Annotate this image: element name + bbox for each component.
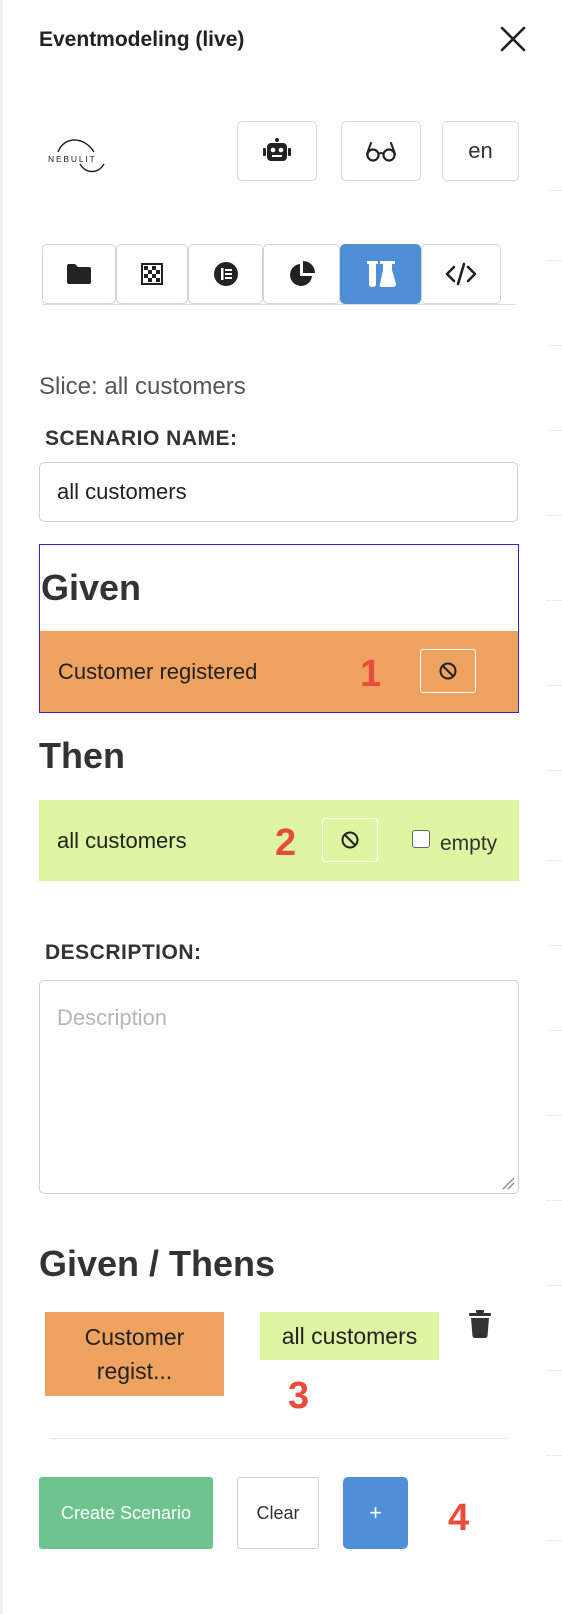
panel-edge bbox=[0, 0, 3, 1614]
ban-icon bbox=[439, 662, 457, 680]
given-thens-event-label: Customer regist... bbox=[84, 1324, 185, 1384]
description-textarea[interactable]: Description bbox=[39, 980, 519, 1194]
given-thens-readmodel-card[interactable]: all customers bbox=[260, 1312, 439, 1360]
close-button[interactable] bbox=[498, 24, 528, 54]
scenario-name-label: SCENARIO NAME: bbox=[45, 427, 238, 450]
given-event-label: Customer registered bbox=[58, 658, 258, 684]
ban-icon bbox=[341, 831, 359, 849]
scenario-name-value: all customers bbox=[57, 479, 187, 504]
given-thens-readmodel-label: all customers bbox=[281, 1322, 418, 1349]
create-scenario-button[interactable]: Create Scenario bbox=[39, 1477, 213, 1549]
glasses-icon bbox=[366, 142, 396, 162]
description-placeholder: Description bbox=[57, 1005, 168, 1030]
then-readmodel-label: all customers bbox=[57, 828, 187, 853]
tab-scenarios[interactable] bbox=[340, 244, 421, 304]
folder-icon bbox=[67, 264, 91, 284]
clear-button[interactable]: Clear bbox=[237, 1477, 319, 1549]
tab-list[interactable] bbox=[188, 244, 263, 304]
given-thens-event-card[interactable]: Customer regist... bbox=[45, 1312, 224, 1396]
checkerboard-icon bbox=[141, 263, 163, 285]
annotation-marker-1: 1 bbox=[360, 653, 382, 695]
delete-button[interactable] bbox=[468, 1310, 492, 1338]
nebulit-logo: NEBULIT bbox=[46, 134, 108, 178]
then-readmodel[interactable]: all customers 2 empty bbox=[39, 800, 519, 881]
given-thens-title: Given / Thens bbox=[39, 1243, 276, 1284]
empty-checkbox[interactable] bbox=[412, 830, 430, 848]
panel-title: Eventmodeling (live) bbox=[39, 28, 245, 51]
resize-grip-icon[interactable] bbox=[501, 1176, 515, 1190]
preview-button[interactable] bbox=[341, 121, 421, 181]
then-exclude-button[interactable] bbox=[322, 818, 378, 862]
scenario-name-input[interactable]: all customers bbox=[39, 462, 518, 522]
pie-chart-icon bbox=[289, 261, 315, 286]
language-button[interactable]: en bbox=[442, 121, 519, 181]
flask-icon bbox=[366, 261, 396, 287]
given-section: Given Customer registered 1 bbox=[39, 544, 519, 713]
tab-code[interactable] bbox=[421, 244, 501, 304]
description-label: DESCRIPTION: bbox=[45, 941, 202, 964]
list-circle-icon bbox=[213, 262, 238, 286]
close-icon bbox=[500, 26, 526, 52]
then-title: Then bbox=[39, 735, 125, 776]
tabs-divider bbox=[42, 304, 516, 305]
given-exclude-button[interactable] bbox=[420, 649, 476, 693]
ai-assistant-button[interactable] bbox=[237, 121, 317, 181]
empty-label: empty bbox=[440, 832, 498, 855]
trash-icon bbox=[469, 1310, 491, 1338]
given-title: Given bbox=[41, 567, 142, 608]
robot-icon bbox=[263, 138, 291, 161]
slice-label: Slice: all customers bbox=[39, 373, 246, 400]
tab-analytics[interactable] bbox=[263, 244, 340, 304]
tab-files[interactable] bbox=[42, 244, 116, 304]
language-label: en bbox=[468, 138, 493, 163]
logo-text: NEBULIT bbox=[48, 154, 97, 164]
annotation-marker-4: 4 bbox=[448, 1497, 470, 1539]
annotation-marker-3: 3 bbox=[288, 1375, 310, 1417]
given-event[interactable]: Customer registered 1 bbox=[40, 631, 518, 712]
tab-grid[interactable] bbox=[116, 244, 188, 304]
code-icon bbox=[445, 262, 477, 286]
section-divider bbox=[50, 1438, 508, 1439]
annotation-marker-2: 2 bbox=[275, 822, 297, 864]
add-button[interactable]: + bbox=[343, 1477, 408, 1549]
